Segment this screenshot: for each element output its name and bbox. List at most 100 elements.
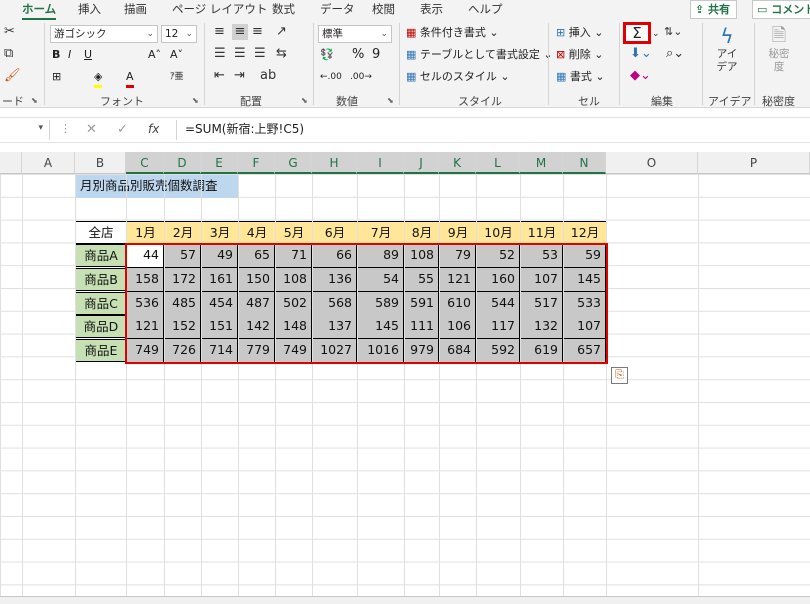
wrap-text-icon[interactable]: ⇆ (276, 46, 287, 62)
formula-input[interactable]: =SUM(新宿:上野!C5) (176, 120, 810, 140)
data-cell[interactable]: 117 (476, 315, 520, 339)
font-launcher-icon[interactable]: ⬊ (192, 96, 199, 105)
data-cell[interactable]: 65 (238, 244, 275, 268)
tab-page-layout[interactable]: ページ レイアウト (172, 0, 267, 20)
insert-function-icon[interactable]: fx (148, 122, 159, 136)
data-cell[interactable]: 145 (357, 315, 404, 339)
cell-styles-button[interactable]: ▦ セルのスタイル ⌄ (406, 69, 510, 85)
find-select-icon[interactable]: ⌕⌄ (666, 46, 684, 62)
copy-icon[interactable]: ⧉ (4, 46, 13, 62)
italic-icon[interactable]: I (68, 47, 71, 63)
data-cell[interactable]: 161 (201, 268, 238, 292)
data-cell[interactable]: 150 (238, 268, 275, 292)
row-label-cell[interactable]: 商品C (75, 292, 127, 315)
data-cell[interactable]: 485 (164, 292, 201, 316)
tab-home[interactable]: ホーム (22, 0, 57, 20)
data-cell[interactable]: 619 (520, 339, 563, 363)
data-cell[interactable]: 79 (439, 244, 476, 268)
data-cell[interactable]: 52 (476, 244, 520, 268)
border-icon[interactable]: ⊞ (52, 69, 61, 85)
conditional-format-button[interactable]: ▦ 条件付き書式 ⌄ (406, 25, 499, 41)
month-header-cell[interactable]: 1月 (126, 221, 165, 244)
data-cell[interactable]: 49 (201, 244, 238, 268)
bold-icon[interactable]: B (52, 47, 60, 63)
cancel-icon[interactable]: ✕ (86, 122, 97, 137)
align-top-icon[interactable]: ≡ (214, 24, 225, 40)
format-painter-icon[interactable]: 🖌 (4, 68, 21, 84)
increase-font-icon[interactable]: A˄ (148, 47, 161, 63)
row-label-cell[interactable]: 商品A (75, 244, 127, 267)
comma-icon[interactable]: 9 (372, 47, 380, 63)
column-header-a[interactable]: A (22, 152, 75, 174)
data-cell[interactable]: 142 (238, 315, 275, 339)
column-header-d[interactable]: D (164, 152, 201, 174)
text-direction-icon[interactable]: ab (260, 68, 276, 84)
data-cell[interactable]: 589 (357, 292, 404, 316)
data-cell[interactable]: 66 (312, 244, 357, 268)
data-cell[interactable]: 568 (312, 292, 357, 316)
tab-draw[interactable]: 描画 (124, 0, 147, 20)
data-cell[interactable]: 517 (520, 292, 563, 316)
data-cell[interactable]: 44 (126, 244, 164, 268)
align-middle-icon[interactable]: ≡ (232, 24, 248, 40)
table-title[interactable]: 月別商品別販売個数調査 (76, 175, 238, 198)
month-header-cell[interactable]: 7月 (357, 221, 405, 244)
column-header-k[interactable]: K (439, 152, 476, 174)
data-cell[interactable]: 55 (404, 268, 439, 292)
data-cell[interactable]: 53 (520, 244, 563, 268)
fill-color-icon[interactable]: ◈ (94, 69, 103, 88)
increase-indent-icon[interactable]: ⇥ (234, 68, 245, 84)
tab-help[interactable]: ヘルプ (468, 0, 503, 20)
delete-cells-button[interactable]: ⊠ 削除 ⌄ (556, 47, 603, 63)
column-header-g[interactable]: G (275, 152, 312, 174)
row-label-cell[interactable]: 商品E (75, 339, 127, 362)
column-header-i[interactable]: I (357, 152, 404, 174)
comment-button[interactable]: ▭ コメント (752, 0, 810, 19)
sort-filter-icon[interactable]: ⇅⌄ (664, 24, 682, 40)
data-cell[interactable]: 148 (275, 315, 312, 339)
sensitivity-button[interactable]: 🗎 秘密 度 (762, 24, 796, 74)
data-cell[interactable]: 172 (164, 268, 201, 292)
month-header-cell[interactable]: 2月 (164, 221, 202, 244)
orientation-icon[interactable]: ↗ (276, 24, 287, 40)
data-cell[interactable]: 454 (201, 292, 238, 316)
data-cell[interactable]: 106 (439, 315, 476, 339)
tab-view[interactable]: 表示 (420, 0, 443, 20)
data-cell[interactable]: 145 (563, 268, 606, 292)
font-size-combo[interactable]: 12 ⌄ (161, 25, 197, 43)
data-cell[interactable]: 89 (357, 244, 404, 268)
data-cell[interactable]: 152 (164, 315, 201, 339)
data-cell[interactable]: 132 (520, 315, 563, 339)
format-as-table-button[interactable]: ▦ テーブルとして書式設定 ⌄ (406, 47, 553, 63)
data-cell[interactable]: 487 (238, 292, 275, 316)
data-cell[interactable]: 71 (275, 244, 312, 268)
data-cell[interactable]: 533 (563, 292, 606, 316)
data-cell[interactable]: 726 (164, 339, 201, 363)
percent-icon[interactable]: % (352, 47, 364, 63)
month-header-cell[interactable]: 4月 (238, 221, 276, 244)
month-header-cell[interactable]: 5月 (275, 221, 313, 244)
align-center-icon[interactable]: ☰ (234, 46, 246, 62)
row-label-cell[interactable]: 商品D (75, 315, 127, 338)
data-cell[interactable]: 749 (275, 339, 312, 363)
quick-analysis-icon[interactable]: ⎘ (611, 367, 628, 384)
month-header-cell[interactable]: 11月 (520, 221, 564, 244)
tab-data[interactable]: データ (320, 0, 355, 20)
clipboard-launcher-icon[interactable]: ⬊ (31, 96, 38, 105)
number-format-combo[interactable]: 標準 ⌄ (318, 25, 392, 43)
data-cell[interactable]: 684 (439, 339, 476, 363)
tab-insert[interactable]: 挿入 (78, 0, 101, 20)
ideas-button[interactable]: ϟ アイ デア (710, 24, 744, 74)
data-cell[interactable]: 108 (404, 244, 439, 268)
column-header-h[interactable]: H (312, 152, 357, 174)
month-header-cell[interactable]: 8月 (404, 221, 440, 244)
data-cell[interactable]: 1027 (312, 339, 357, 363)
data-cell[interactable]: 657 (563, 339, 606, 363)
data-cell[interactable]: 107 (520, 268, 563, 292)
column-header-b[interactable]: B (75, 152, 126, 174)
decrease-font-icon[interactable]: A˅ (170, 47, 183, 63)
data-cell[interactable]: 158 (126, 268, 164, 292)
data-cell[interactable]: 502 (275, 292, 312, 316)
data-cell[interactable]: 714 (201, 339, 238, 363)
insert-cells-button[interactable]: ⊞ 挿入 ⌄ (556, 25, 603, 41)
